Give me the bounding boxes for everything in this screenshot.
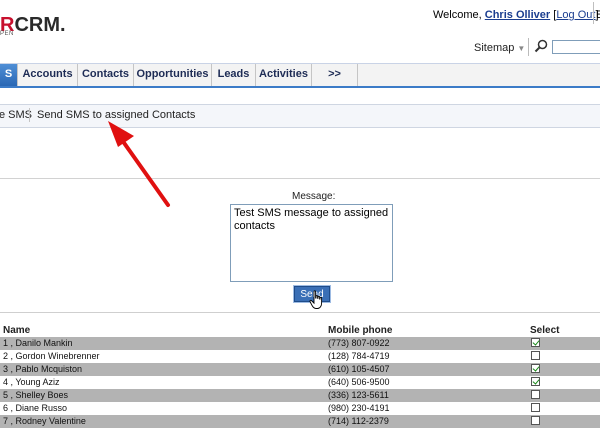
chevron-down-icon: ▼ [517, 44, 526, 53]
message-label: Message: [292, 191, 336, 202]
sms-toolbar: e SMS Send SMS to assigned Contacts [0, 104, 600, 128]
column-header-select: Select [530, 325, 560, 336]
logout-link[interactable]: Log Out [556, 9, 595, 21]
contact-name: 7 , Rodney Valentine [3, 416, 86, 426]
contact-phone: (128) 784-4719 [328, 351, 390, 361]
contact-phone: (714) 112-2379 [328, 416, 389, 426]
tab-activities[interactable]: Activities [256, 64, 312, 86]
select-checkbox[interactable] [531, 338, 540, 347]
contact-name: 1 , Danilo Mankin [3, 338, 73, 348]
tab-leads[interactable]: Leads [212, 64, 256, 86]
tab-sms[interactable]: S [0, 64, 18, 86]
select-checkbox[interactable] [531, 416, 540, 425]
contact-phone: (773) 807-0922 [328, 338, 390, 348]
table-row: 3 , Pablo Mcquiston (610) 105-4507 [0, 363, 600, 376]
contact-phone: (980) 230-4191 [328, 403, 390, 413]
header-divider [593, 2, 594, 24]
toolbar-item-sms[interactable]: e SMS [0, 109, 32, 121]
tab-accounts[interactable]: Accounts [18, 64, 78, 86]
search-input[interactable] [552, 40, 600, 54]
tab-opportunities[interactable]: Opportunities [134, 64, 212, 86]
column-header-name[interactable]: Name [3, 325, 30, 336]
select-checkbox[interactable] [531, 377, 540, 386]
table-divider [0, 312, 600, 313]
tab-contacts[interactable]: Contacts [78, 64, 134, 86]
hand-cursor-icon [309, 290, 323, 309]
contact-name: 4 , Young Aziz [3, 377, 60, 387]
contact-phone: (640) 506-9500 [328, 377, 390, 387]
header-partial-text: E [596, 9, 600, 21]
select-checkbox[interactable] [531, 390, 540, 399]
table-row: 1 , Danilo Mankin (773) 807-0922 [0, 337, 600, 350]
table-row: 4 , Young Aziz (640) 506-9500 [0, 376, 600, 389]
contact-phone: (610) 105-4507 [328, 364, 390, 374]
column-header-mobile-phone[interactable]: Mobile phone [328, 325, 392, 336]
section-divider [0, 178, 600, 179]
table-row: 6 , Diane Russo (980) 230-4191 [0, 402, 600, 415]
sitemap-label: Sitemap [474, 42, 515, 54]
toolbar-item-send-sms-assigned[interactable]: Send SMS to assigned Contacts [37, 109, 195, 121]
toolbar-divider [29, 108, 30, 122]
table-row: 5 , Shelley Boes (336) 123-5611 [0, 389, 600, 402]
tab-more[interactable]: >> [312, 64, 358, 86]
user-name-link[interactable]: Chris Olliver [485, 9, 550, 21]
contact-name: 3 , Pablo Mcquiston [3, 364, 83, 374]
contact-name: 6 , Diane Russo [3, 403, 68, 413]
main-tab-bar: S Accounts Contacts Opportunities Leads … [0, 63, 600, 88]
table-row: 2 , Gordon Winebrenner (128) 784-4719 [0, 350, 600, 363]
message-textarea[interactable]: Test SMS message to assigned contacts [230, 204, 393, 282]
contact-name: 2 , Gordon Winebrenner [3, 351, 100, 361]
search-icon[interactable] [534, 39, 548, 53]
welcome-bar: Welcome, Chris Olliver [Log Out] [433, 9, 599, 21]
sitemap-menu[interactable]: Sitemap ▼ [474, 42, 525, 54]
select-checkbox[interactable] [531, 364, 540, 373]
select-checkbox[interactable] [531, 351, 540, 360]
contact-name: 5 , Shelley Boes [3, 390, 69, 400]
table-row: 7 , Rodney Valentine (714) 112-2379 [0, 415, 600, 428]
logo-subtitle: PEN [0, 31, 14, 37]
sitemap-divider [528, 38, 529, 56]
welcome-text: Welcome, [433, 9, 485, 21]
contact-phone: (336) 123-5611 [328, 390, 389, 400]
select-checkbox[interactable] [531, 403, 540, 412]
